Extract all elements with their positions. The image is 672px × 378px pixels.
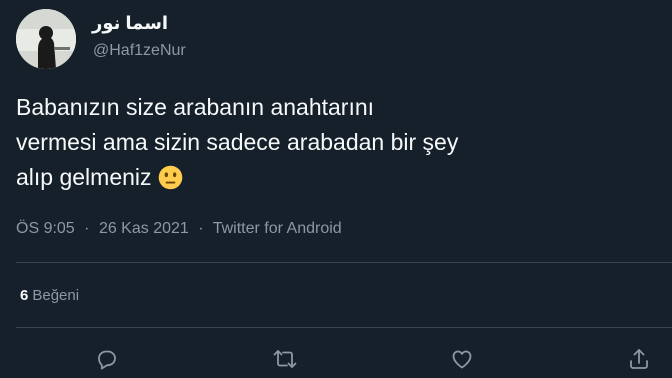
tweet-card: اسما نور @Haf1zeNur Babanızın size araba… <box>0 0 672 378</box>
separator: · <box>198 220 204 237</box>
like-icon[interactable] <box>447 344 477 374</box>
display-name[interactable]: اسما نور <box>92 13 168 34</box>
action-bar <box>0 344 672 374</box>
divider <box>16 262 672 263</box>
likes-label: Beğeni <box>32 287 80 304</box>
avatar[interactable] <box>16 9 76 69</box>
tweet-date[interactable]: 26 Kas 2021 <box>99 220 189 237</box>
share-icon[interactable] <box>624 344 654 374</box>
tweet-text-line: Babanızın size arabanın anahtarını <box>16 94 375 120</box>
neutral-face-emoji-icon <box>158 165 183 190</box>
retweet-icon[interactable] <box>270 344 300 374</box>
tweet-time[interactable]: ÖS 9:05 <box>16 220 75 237</box>
likes-stat[interactable]: 6 Beğeni <box>20 287 79 304</box>
tweet-metadata: ÖS 9:05 · 26 Kas 2021 · Twitter for Andr… <box>16 220 342 238</box>
user-handle[interactable]: @Haf1zeNur <box>93 42 186 60</box>
divider <box>16 327 672 328</box>
tweet-text: Babanızın size arabanın anahtarını verme… <box>16 90 656 195</box>
tweet-source[interactable]: Twitter for Android <box>213 220 342 237</box>
tweet-text-line-last: alıp gelmeniz <box>16 160 656 195</box>
tweet-text-line-content: alıp gelmeniz <box>16 164 152 190</box>
reply-icon[interactable] <box>92 344 122 374</box>
likes-count: 6 <box>20 287 29 304</box>
tweet-text-line: vermesi ama sizin sadece arabadan bir şe… <box>16 129 459 155</box>
separator: · <box>84 220 90 237</box>
